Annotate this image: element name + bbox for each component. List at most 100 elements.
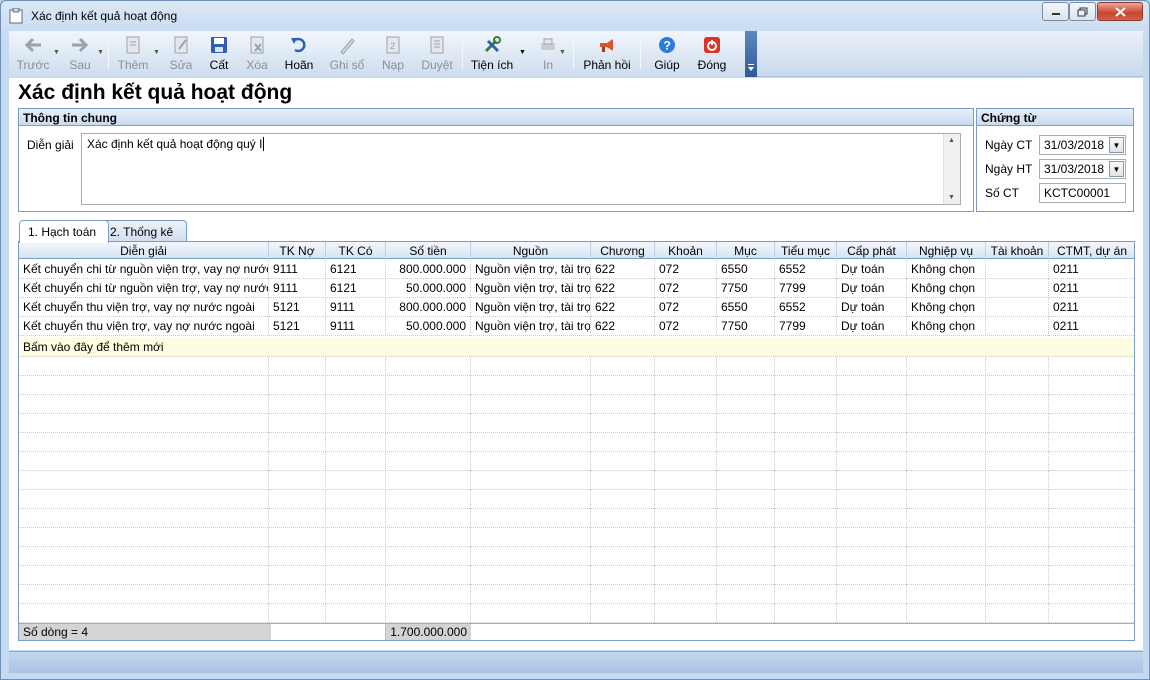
empty-cell[interactable] <box>837 395 907 414</box>
empty-cell[interactable] <box>326 376 386 395</box>
empty-cell[interactable] <box>655 357 717 376</box>
table-cell[interactable]: 0211 <box>1049 279 1134 298</box>
empty-cell[interactable] <box>471 509 591 528</box>
empty-cell[interactable] <box>386 414 471 433</box>
empty-cell[interactable] <box>326 585 386 604</box>
table-cell[interactable]: Kết chuyển chi từ nguồn viện trợ, vay nợ… <box>19 279 269 298</box>
empty-cell[interactable] <box>386 547 471 566</box>
empty-cell[interactable] <box>326 357 386 376</box>
empty-cell[interactable] <box>775 433 837 452</box>
utilities-button[interactable]: Tiện ích <box>467 33 517 75</box>
table-cell[interactable]: Dự toán <box>837 279 907 298</box>
empty-cell[interactable] <box>386 452 471 471</box>
empty-cell[interactable] <box>907 604 986 623</box>
tab-statistics[interactable]: 2. Thống kê <box>101 220 187 242</box>
empty-cell[interactable] <box>19 376 269 395</box>
empty-cell[interactable] <box>655 452 717 471</box>
empty-cell[interactable] <box>19 452 269 471</box>
empty-cell[interactable] <box>775 509 837 528</box>
empty-cell[interactable] <box>986 471 1049 490</box>
print-dropdown-icon[interactable]: ▼ <box>559 49 566 56</box>
empty-cell[interactable] <box>1049 604 1134 623</box>
empty-cell[interactable] <box>837 414 907 433</box>
empty-cell[interactable] <box>837 452 907 471</box>
table-cell[interactable] <box>986 298 1049 317</box>
table-cell[interactable]: 5121 <box>269 298 326 317</box>
empty-cell[interactable] <box>19 547 269 566</box>
empty-cell[interactable] <box>655 471 717 490</box>
empty-cell[interactable] <box>269 547 326 566</box>
empty-cell[interactable] <box>907 566 986 585</box>
empty-cell[interactable] <box>986 414 1049 433</box>
table-cell[interactable]: 0211 <box>1049 260 1134 279</box>
column-header[interactable]: Diễn giải <box>19 242 269 259</box>
column-header[interactable]: Nghiệp vụ <box>907 242 986 259</box>
empty-cell[interactable] <box>269 452 326 471</box>
empty-cell[interactable] <box>591 528 655 547</box>
table-cell[interactable]: 7750 <box>717 279 775 298</box>
empty-row[interactable] <box>19 376 1134 395</box>
empty-cell[interactable] <box>1049 490 1134 509</box>
table-cell[interactable]: 5121 <box>269 317 326 336</box>
empty-cell[interactable] <box>269 528 326 547</box>
empty-cell[interactable] <box>907 490 986 509</box>
empty-cell[interactable] <box>837 604 907 623</box>
table-cell[interactable]: 6552 <box>775 298 837 317</box>
empty-cell[interactable] <box>471 471 591 490</box>
table-cell[interactable]: 0211 <box>1049 298 1134 317</box>
empty-cell[interactable] <box>907 509 986 528</box>
table-cell[interactable]: 622 <box>591 279 655 298</box>
empty-row[interactable] <box>19 566 1134 585</box>
empty-cell[interactable] <box>591 509 655 528</box>
empty-cell[interactable] <box>1049 376 1134 395</box>
empty-cell[interactable] <box>717 528 775 547</box>
column-header[interactable]: Khoản <box>655 242 717 259</box>
empty-cell[interactable] <box>986 452 1049 471</box>
table-cell[interactable]: Nguồn viện trợ, tài trợ <box>471 317 591 336</box>
empty-row[interactable] <box>19 509 1134 528</box>
empty-cell[interactable] <box>717 509 775 528</box>
table-cell[interactable]: 800.000.000 <box>386 298 471 317</box>
column-header[interactable]: Mục <box>717 242 775 259</box>
description-scrollbar[interactable]: ▲ ▼ <box>943 134 960 204</box>
empty-cell[interactable] <box>717 395 775 414</box>
empty-cell[interactable] <box>591 414 655 433</box>
empty-cell[interactable] <box>19 528 269 547</box>
empty-cell[interactable] <box>655 604 717 623</box>
post-button[interactable]: Ghi sổ <box>325 33 369 75</box>
table-row[interactable]: Kết chuyển chi từ nguồn viện trợ, vay nợ… <box>19 279 1134 298</box>
empty-cell[interactable] <box>1049 357 1134 376</box>
empty-cell[interactable] <box>775 357 837 376</box>
table-cell[interactable]: Kết chuyển chi từ nguồn viện trợ, vay nợ… <box>19 260 269 279</box>
empty-cell[interactable] <box>471 376 591 395</box>
empty-cell[interactable] <box>326 452 386 471</box>
utilities-dropdown-icon[interactable]: ▼ <box>519 49 526 56</box>
empty-cell[interactable] <box>19 509 269 528</box>
table-cell[interactable]: 9111 <box>269 279 326 298</box>
post-date-dropdown-icon[interactable]: ▼ <box>1109 161 1124 177</box>
next-dropdown-icon[interactable]: ▼ <box>97 49 104 56</box>
empty-cell[interactable] <box>386 528 471 547</box>
empty-cell[interactable] <box>269 566 326 585</box>
empty-row[interactable] <box>19 585 1134 604</box>
empty-cell[interactable] <box>1049 395 1134 414</box>
close-button[interactable] <box>1097 2 1143 21</box>
empty-cell[interactable] <box>386 395 471 414</box>
empty-cell[interactable] <box>907 376 986 395</box>
empty-cell[interactable] <box>907 452 986 471</box>
empty-cell[interactable] <box>655 585 717 604</box>
empty-cell[interactable] <box>591 604 655 623</box>
empty-cell[interactable] <box>837 566 907 585</box>
add-new-row-text[interactable]: Bấm vào đây để thêm mới <box>19 338 419 357</box>
empty-cell[interactable] <box>655 528 717 547</box>
empty-cell[interactable] <box>717 566 775 585</box>
cancel-button[interactable]: Hoãn <box>279 33 319 75</box>
column-header[interactable]: Chương <box>591 242 655 259</box>
empty-cell[interactable] <box>19 604 269 623</box>
empty-cell[interactable] <box>269 585 326 604</box>
toolbar-overflow-button[interactable] <box>745 31 757 77</box>
empty-cell[interactable] <box>326 547 386 566</box>
empty-cell[interactable] <box>269 604 326 623</box>
empty-cell[interactable] <box>775 490 837 509</box>
table-cell[interactable]: 7750 <box>717 317 775 336</box>
